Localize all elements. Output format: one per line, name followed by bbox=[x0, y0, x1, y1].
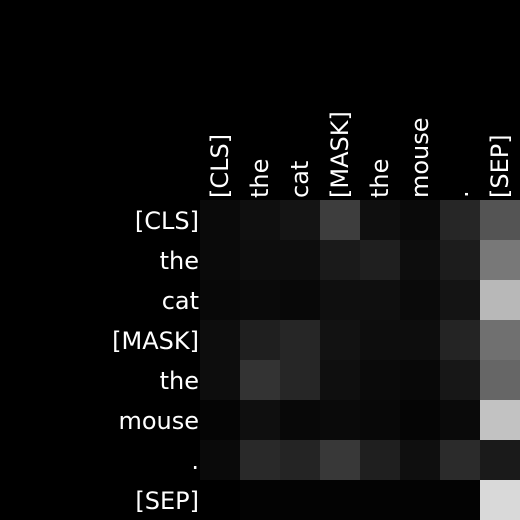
heatmap-cell-r3-c2 bbox=[280, 320, 320, 360]
heatmap-cell-r6-c1 bbox=[240, 440, 280, 480]
heatmap-cell-r5-c0 bbox=[200, 400, 240, 440]
heatmap-cell-r1-c1 bbox=[240, 240, 280, 280]
heatmap-cell-r6-c6 bbox=[440, 440, 480, 480]
x-tick-label: cat bbox=[286, 161, 314, 198]
heatmap-cell-r6-c7 bbox=[480, 440, 520, 480]
heatmap-cell-r5-c3 bbox=[320, 400, 360, 440]
heatmap-cell-r4-c5 bbox=[400, 360, 440, 400]
y-tick-label: mouse bbox=[118, 407, 199, 435]
x-tick-label: [MASK] bbox=[326, 111, 354, 198]
heatmap-cell-r7-c0 bbox=[200, 480, 240, 520]
heatmap-cell-r3-c6 bbox=[440, 320, 480, 360]
heatmap-cell-r7-c3 bbox=[320, 480, 360, 520]
heatmap-cell-r1-c3 bbox=[320, 240, 360, 280]
y-tick-label: [MASK] bbox=[112, 327, 199, 355]
heatmap-cell-r0-c2 bbox=[280, 200, 320, 240]
heatmap-cell-r1-c5 bbox=[400, 240, 440, 280]
heatmap-cell-r7-c5 bbox=[400, 480, 440, 520]
heatmap-cells bbox=[200, 200, 520, 520]
heatmap-cell-r2-c7 bbox=[480, 280, 520, 320]
heatmap-cell-r3-c1 bbox=[240, 320, 280, 360]
heatmap-cell-r7-c4 bbox=[360, 480, 400, 520]
row-tick-labels: [CLS] the cat [MASK] the mouse. [SEP] bbox=[112, 207, 199, 515]
heatmap-cell-r4-c1 bbox=[240, 360, 280, 400]
heatmap-cell-r0-c1 bbox=[240, 200, 280, 240]
heatmap-cell-r1-c4 bbox=[360, 240, 400, 280]
heatmap-cell-r4-c2 bbox=[280, 360, 320, 400]
heatmap-cell-r0-c7 bbox=[480, 200, 520, 240]
heatmap-cell-r0-c5 bbox=[400, 200, 440, 240]
x-tick-label: [SEP] bbox=[486, 134, 514, 198]
x-tick-label: [CLS] bbox=[206, 134, 234, 198]
heatmap-cell-r2-c3 bbox=[320, 280, 360, 320]
heatmap-cell-r4-c6 bbox=[440, 360, 480, 400]
heatmap-cell-r4-c7 bbox=[480, 360, 520, 400]
y-tick-label: the bbox=[160, 247, 199, 275]
heatmap-cell-r6-c3 bbox=[320, 440, 360, 480]
heatmap-cell-r0-c6 bbox=[440, 200, 480, 240]
heatmap-cell-r7-c7 bbox=[480, 480, 520, 520]
y-tick-label: [SEP] bbox=[135, 487, 199, 515]
heatmap-cell-r2-c2 bbox=[280, 280, 320, 320]
column-tick-labels: [CLS] the cat [MASK] the mouse. [SEP] bbox=[206, 111, 514, 198]
heatmap-cell-r5-c6 bbox=[440, 400, 480, 440]
heatmap-cell-r0-c3 bbox=[320, 200, 360, 240]
heatmap-cell-r5-c2 bbox=[280, 400, 320, 440]
y-tick-label: cat bbox=[162, 287, 199, 315]
attention-heatmap: [CLS] the cat [MASK] the mouse. [SEP] [CLS]the… bbox=[112, 111, 520, 520]
heatmap-cell-r5-c1 bbox=[240, 400, 280, 440]
heatmap-cell-r2-c1 bbox=[240, 280, 280, 320]
heatmap-cell-r6-c4 bbox=[360, 440, 400, 480]
x-tick-label: the bbox=[366, 159, 394, 198]
heatmap-cell-r6-c2 bbox=[280, 440, 320, 480]
heatmap-cell-r4-c0 bbox=[200, 360, 240, 400]
heatmap-cell-r5-c4 bbox=[360, 400, 400, 440]
y-tick-label: [CLS] bbox=[135, 207, 199, 235]
y-tick-label: . bbox=[191, 447, 199, 475]
heatmap-cell-r7-c6 bbox=[440, 480, 480, 520]
heatmap-cell-r7-c1 bbox=[240, 480, 280, 520]
heatmap-cell-r0-c0 bbox=[200, 200, 240, 240]
x-tick-label: the bbox=[246, 159, 274, 198]
heatmap-cell-r3-c0 bbox=[200, 320, 240, 360]
heatmap-cell-r5-c7 bbox=[480, 400, 520, 440]
heatmap-cell-r2-c6 bbox=[440, 280, 480, 320]
heatmap-cell-r4-c3 bbox=[320, 360, 360, 400]
heatmap-cell-r1-c0 bbox=[200, 240, 240, 280]
heatmap-cell-r6-c0 bbox=[200, 440, 240, 480]
heatmap-cell-r6-c5 bbox=[400, 440, 440, 480]
heatmap-cell-r2-c4 bbox=[360, 280, 400, 320]
heatmap-cell-r3-c7 bbox=[480, 320, 520, 360]
heatmap-cell-r4-c4 bbox=[360, 360, 400, 400]
x-tick-label: mouse bbox=[406, 117, 434, 198]
y-tick-label: the bbox=[160, 367, 199, 395]
heatmap-cell-r3-c5 bbox=[400, 320, 440, 360]
heatmap-cell-r2-c5 bbox=[400, 280, 440, 320]
x-tick-label: . bbox=[446, 190, 474, 198]
heatmap-cell-r3-c3 bbox=[320, 320, 360, 360]
heatmap-cell-r2-c0 bbox=[200, 280, 240, 320]
heatmap-cell-r7-c2 bbox=[280, 480, 320, 520]
heatmap-cell-r5-c5 bbox=[400, 400, 440, 440]
heatmap-cell-r1-c7 bbox=[480, 240, 520, 280]
heatmap-cell-r0-c4 bbox=[360, 200, 400, 240]
heatmap-cell-r1-c2 bbox=[280, 240, 320, 280]
heatmap-cell-r1-c6 bbox=[440, 240, 480, 280]
heatmap-cell-r3-c4 bbox=[360, 320, 400, 360]
